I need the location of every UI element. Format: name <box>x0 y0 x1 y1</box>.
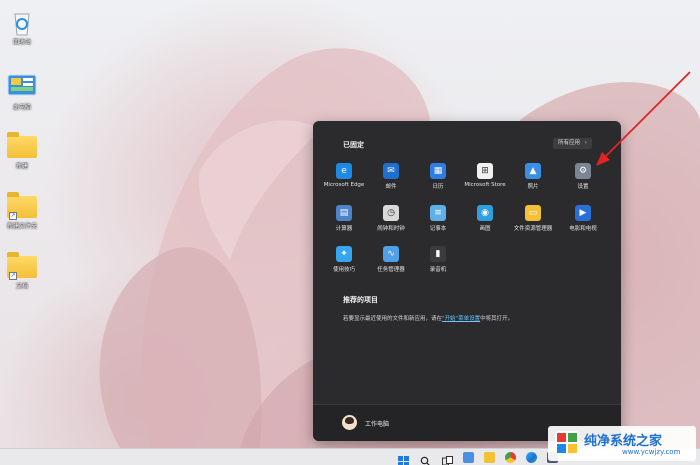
calculator-icon: ▤ <box>336 205 352 221</box>
all-apps-button[interactable]: 所有应用 › <box>553 138 592 149</box>
pinned-app-label: Microsoft Store <box>464 182 506 188</box>
pinned-app-voice-recorder[interactable]: ▮ 录音机 <box>414 246 462 273</box>
folder-icon <box>7 132 37 158</box>
clock-icon: ◷ <box>383 205 399 221</box>
desktop-icon-label: 新建文件夹 <box>6 223 37 230</box>
pinned-app-edge[interactable]: e Microsoft Edge <box>320 163 368 188</box>
pinned-app-label: 文件资源管理器 <box>513 226 553 232</box>
watermark-logo-icon <box>555 431 579 455</box>
pinned-app-movies-tv[interactable]: ▶ 电影和电视 <box>559 205 607 232</box>
search-icon[interactable] <box>420 452 431 465</box>
pinned-app-task-manager[interactable]: ∿ 任务管理器 <box>367 246 415 273</box>
desktop-icon-folder[interactable]: 新建 <box>2 132 42 170</box>
user-name[interactable]: 工作电脑 <box>365 419 389 428</box>
shortcut-arrow-icon: ↗ <box>9 212 17 220</box>
shortcut-arrow-icon: ↗ <box>9 272 17 280</box>
pinned-app-clock[interactable]: ◷ 闹钟和时钟 <box>367 205 415 232</box>
voice-recorder-icon: ▮ <box>430 246 446 262</box>
file-explorer-icon: ▭ <box>525 205 541 221</box>
pinned-app-label: 记事本 <box>429 226 447 232</box>
settings-gear-icon: ⚙ <box>575 163 591 179</box>
recommended-section-title: 推荐的项目 <box>343 296 378 304</box>
pinned-app-label: 照片 <box>527 184 539 190</box>
desktop-icon-label: 新建 <box>15 163 28 170</box>
pinned-app-label: 计算器 <box>335 226 353 232</box>
start-icon[interactable] <box>398 452 409 465</box>
task-manager-icon: ∿ <box>383 246 399 262</box>
pinned-app-paint[interactable]: ◉ 画图 <box>461 205 509 232</box>
folder-shortcut-icon: ↗ <box>7 252 37 280</box>
pinned-app-label: 使用技巧 <box>332 267 355 273</box>
notepad-icon: ≡ <box>430 205 446 221</box>
photos-icon: ▲ <box>525 163 541 179</box>
recommended-message-text: 若要显示最近使用的文件和新应用，请在 <box>343 316 443 322</box>
site-watermark: 纯净系统之家 www.ycwjzy.com <box>548 426 696 461</box>
edge-icon: e <box>336 163 352 179</box>
pinned-app-mail[interactable]: ✉ 邮件 <box>367 163 415 190</box>
recycle-bin-icon <box>7 8 37 36</box>
pinned-app-label: 录音机 <box>429 267 447 273</box>
pinned-app-calendar[interactable]: ▦ 日历 <box>414 163 462 190</box>
control-panel-icon <box>7 73 37 99</box>
start-menu: 已固定 所有应用 › e Microsoft Edge ✉ 邮件 ▦ 日历 ⊞ Microso… <box>313 121 621 441</box>
pinned-app-label: 画图 <box>479 226 491 232</box>
pinned-app-label: 日历 <box>432 184 444 190</box>
recommended-message: 若要显示最近使用的文件和新应用，请在"开始"菜单设置中将其打开。 <box>343 314 513 322</box>
task-view-icon[interactable] <box>442 452 453 465</box>
desktop-icon-new-folder[interactable]: ↗ 新建文件夹 <box>2 192 42 230</box>
avatar[interactable] <box>342 415 357 430</box>
folder-shortcut-icon: ↗ <box>7 192 37 220</box>
desktop-icon-label: 此电脑 <box>12 104 31 111</box>
widgets-icon[interactable] <box>463 452 474 463</box>
watermark-url: www.ycwjzy.com <box>622 448 681 456</box>
pinned-app-settings-gear[interactable]: ⚙ 设置 <box>559 163 607 190</box>
desktop-icon-recycle-bin[interactable]: 回收站 <box>2 8 42 46</box>
desktop-icon-label: 回收站 <box>12 39 31 46</box>
desktop-icon-this-pc[interactable]: 此电脑 <box>2 73 42 111</box>
pinned-app-notepad[interactable]: ≡ 记事本 <box>414 205 462 232</box>
tips-icon: ✦ <box>336 246 352 262</box>
store-icon: ⊞ <box>477 163 493 179</box>
chrome-icon[interactable] <box>505 452 516 463</box>
pinned-app-file-explorer[interactable]: ▭ 文件资源管理器 <box>509 205 557 232</box>
pinned-app-label: 闹钟和时钟 <box>377 226 405 232</box>
pinned-app-label: 设置 <box>577 184 589 190</box>
pinned-app-label: 邮件 <box>385 184 397 190</box>
pinned-app-store[interactable]: ⊞ Microsoft Store <box>461 163 509 188</box>
pinned-section-title: 已固定 <box>343 141 364 149</box>
pinned-app-label: Microsoft Edge <box>323 182 365 188</box>
mail-icon: ✉ <box>383 163 399 179</box>
desktop-icon-label: 文档 <box>15 283 28 290</box>
calendar-icon: ▦ <box>430 163 446 179</box>
pinned-app-label: 电影和电视 <box>569 226 597 232</box>
paint-icon: ◉ <box>477 205 493 221</box>
movies-tv-icon: ▶ <box>575 205 591 221</box>
pinned-app-label: 任务管理器 <box>377 267 405 273</box>
edge-icon[interactable] <box>526 452 537 463</box>
pinned-app-photos[interactable]: ▲ 照片 <box>509 163 557 190</box>
chevron-right-icon: › <box>584 140 587 146</box>
file-explorer-icon[interactable] <box>484 452 495 463</box>
watermark-title: 纯净系统之家 <box>584 434 663 449</box>
start-settings-link[interactable]: "开始"菜单设置 <box>442 316 480 322</box>
desktop-icon-documents[interactable]: ↗ 文档 <box>2 252 42 290</box>
pinned-app-calculator[interactable]: ▤ 计算器 <box>320 205 368 232</box>
recommended-message-suffix: 中将其打开。 <box>480 316 514 322</box>
pinned-app-tips[interactable]: ✦ 使用技巧 <box>320 246 368 273</box>
all-apps-label: 所有应用 <box>558 140 581 146</box>
